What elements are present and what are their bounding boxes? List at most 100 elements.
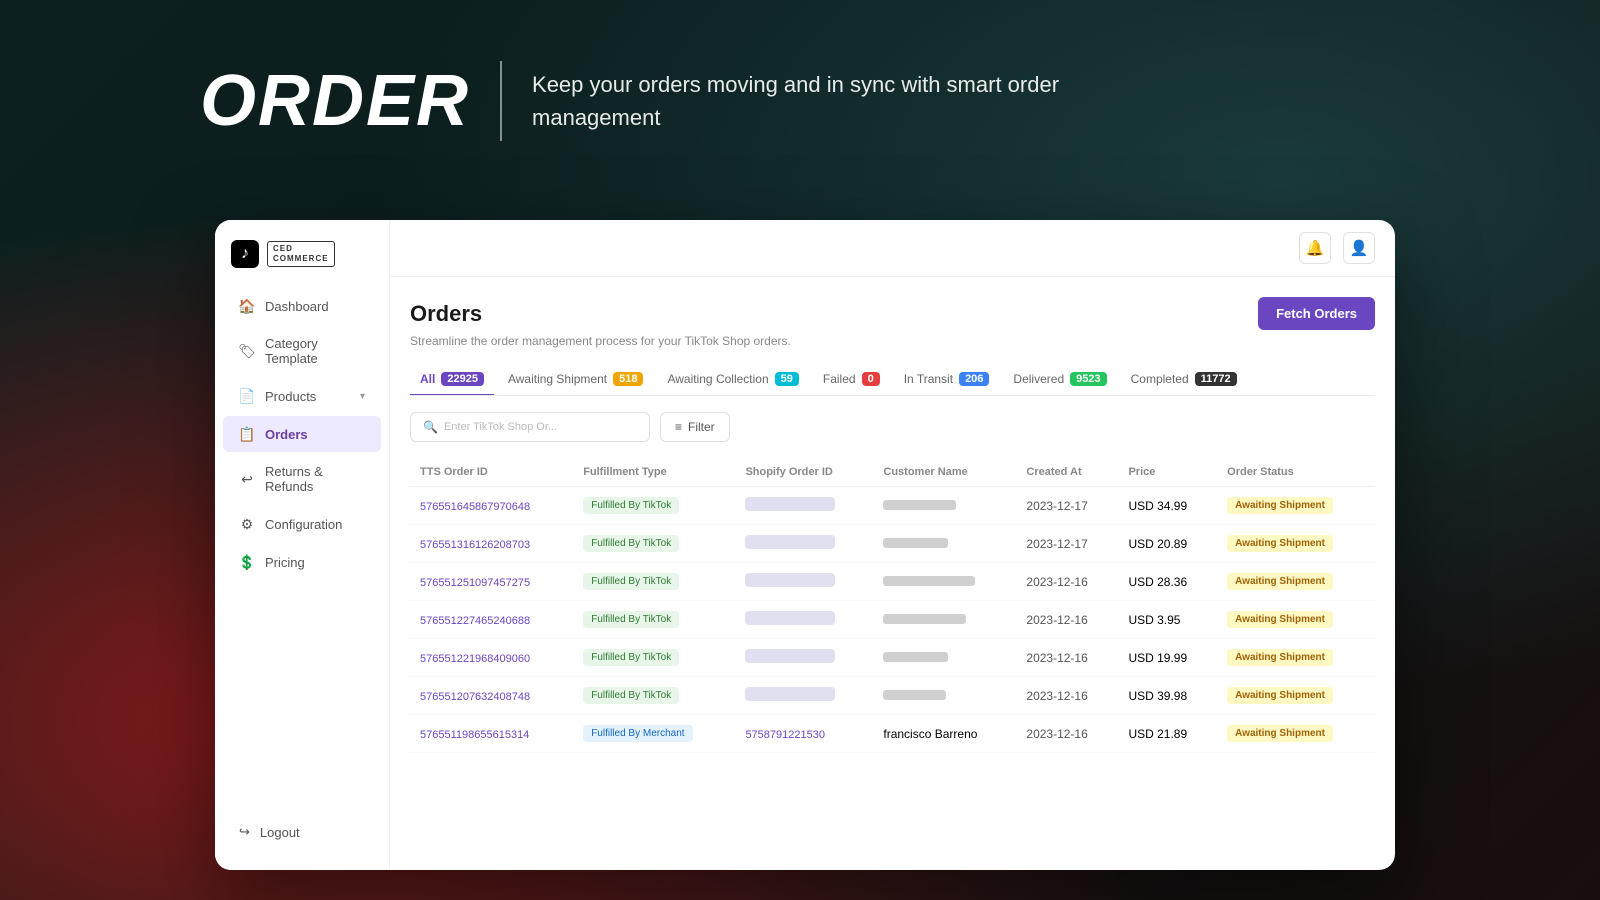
sidebar-item-dashboard[interactable]: 🏠 Dashboard bbox=[223, 288, 381, 324]
dashboard-icon: 🏠 bbox=[239, 298, 255, 314]
order-id-link[interactable]: 576551221968409060 bbox=[420, 653, 530, 665]
order-status-badge: Awaiting Shipment bbox=[1227, 611, 1333, 628]
order-id-link[interactable]: 576551645867970648 bbox=[420, 501, 530, 513]
order-id-link[interactable]: 576551227465240688 bbox=[420, 615, 530, 627]
search-placeholder: Enter TikTok Shop Or... bbox=[444, 421, 557, 433]
tab-all-badge: 22925 bbox=[441, 372, 484, 386]
table-row: 576551198655615314 Fulfilled By Merchant 5… bbox=[410, 715, 1375, 753]
tab-in-transit-badge: 206 bbox=[959, 372, 989, 386]
tab-in-transit-label: In Transit bbox=[904, 372, 953, 386]
order-status-badge: Awaiting Shipment bbox=[1227, 497, 1333, 514]
tab-completed-badge: 11772 bbox=[1195, 372, 1237, 386]
created-at: 2023-12-17 bbox=[1016, 487, 1118, 525]
customer-name-blurred bbox=[883, 500, 956, 510]
sidebar-item-configuration[interactable]: ⚙ Configuration bbox=[223, 506, 381, 542]
top-bar: 🔔 👤 bbox=[390, 220, 1395, 277]
orders-subtitle: Streamline the order management process … bbox=[410, 334, 1375, 348]
order-status-badge: Awaiting Shipment bbox=[1227, 535, 1333, 552]
orders-table: TTS Order ID Fulfillment Type Shopify Or… bbox=[410, 458, 1375, 753]
logout-button[interactable]: ↪ Logout bbox=[223, 814, 381, 850]
col-created-at: Created At bbox=[1016, 458, 1118, 487]
order-status-badge: Awaiting Shipment bbox=[1227, 687, 1333, 704]
customer-name-blurred bbox=[883, 614, 966, 624]
shopify-order-id[interactable]: 5758791221530 bbox=[745, 729, 825, 741]
sidebar-nav: 🏠 Dashboard 🏷 Category Template 📄 Produc… bbox=[215, 288, 389, 814]
created-at: 2023-12-16 bbox=[1016, 601, 1118, 639]
fulfillment-type-badge: Fulfilled By TikTok bbox=[583, 497, 679, 514]
fulfillment-type-badge: Fulfilled By TikTok bbox=[583, 535, 679, 552]
tab-all[interactable]: All 22925 bbox=[410, 364, 494, 396]
order-id-link[interactable]: 576551207632408748 bbox=[420, 691, 530, 703]
orders-tabs: All 22925 Awaiting Shipment 518 Awaiting… bbox=[410, 364, 1375, 396]
filter-icon: ≡ bbox=[675, 420, 682, 434]
table-header: TTS Order ID Fulfillment Type Shopify Or… bbox=[410, 458, 1375, 487]
order-price: USD 34.99 bbox=[1118, 487, 1217, 525]
hero-order-title: ORDER bbox=[200, 60, 470, 142]
table-row: 576551645867970648 Fulfilled By TikTok 202… bbox=[410, 487, 1375, 525]
shopify-id-blurred bbox=[745, 687, 835, 701]
tab-in-transit[interactable]: In Transit 206 bbox=[894, 364, 1000, 396]
orders-page-title: Orders bbox=[410, 301, 482, 327]
sidebar-logo: ♪ CEDCOMMERCE bbox=[215, 240, 389, 288]
sidebar-item-products[interactable]: 📄 Products ▾ bbox=[223, 378, 381, 414]
shopify-id-blurred bbox=[745, 611, 835, 625]
tab-awaiting-collection-label: Awaiting Collection bbox=[667, 372, 768, 386]
order-id-link[interactable]: 576551316126208703 bbox=[420, 539, 530, 551]
order-status-badge: Awaiting Shipment bbox=[1227, 649, 1333, 666]
logout-icon: ↪ bbox=[239, 824, 250, 840]
configuration-icon: ⚙ bbox=[239, 516, 255, 532]
sidebar-item-orders-label: Orders bbox=[265, 427, 365, 442]
search-icon: 🔍 bbox=[423, 420, 438, 434]
order-id-link[interactable]: 576551198655615314 bbox=[420, 729, 529, 741]
bell-icon: 🔔 bbox=[1306, 239, 1325, 257]
sidebar-item-dashboard-label: Dashboard bbox=[265, 299, 365, 314]
table-row: 576551251097457275Fulfilled By TikTok202… bbox=[410, 563, 1375, 601]
tab-awaiting-collection[interactable]: Awaiting Collection 59 bbox=[657, 364, 808, 396]
tab-all-label: All bbox=[420, 372, 435, 386]
notification-button[interactable]: 🔔 bbox=[1299, 232, 1331, 264]
col-order-status: Order Status bbox=[1217, 458, 1375, 487]
sidebar-item-returns-label: Returns & Refunds bbox=[265, 464, 365, 494]
tab-failed[interactable]: Failed 0 bbox=[813, 364, 890, 396]
customer-name: francisco Barreno bbox=[883, 727, 977, 741]
created-at: 2023-12-17 bbox=[1016, 525, 1118, 563]
order-price: USD 21.89 bbox=[1118, 715, 1217, 753]
tab-delivered[interactable]: Delivered 9523 bbox=[1003, 364, 1116, 396]
tab-delivered-label: Delivered bbox=[1013, 372, 1064, 386]
col-tts-order-id: TTS Order ID bbox=[410, 458, 573, 487]
search-input-container[interactable]: 🔍 Enter TikTok Shop Or... bbox=[410, 412, 650, 442]
tab-failed-label: Failed bbox=[823, 372, 856, 386]
filter-button[interactable]: ≡ Filter bbox=[660, 412, 730, 442]
chevron-down-icon: ▾ bbox=[360, 391, 365, 402]
sidebar-item-category-label: Category Template bbox=[265, 336, 365, 366]
returns-icon: ↩ bbox=[239, 471, 255, 487]
order-status-badge: Awaiting Shipment bbox=[1227, 573, 1333, 590]
shopify-id-blurred bbox=[745, 497, 835, 511]
sidebar-item-category-template[interactable]: 🏷 Category Template bbox=[223, 326, 381, 376]
table-row: 576551227465240688Fulfilled By TikTok202… bbox=[410, 601, 1375, 639]
tab-completed-label: Completed bbox=[1131, 372, 1189, 386]
tab-awaiting-shipment[interactable]: Awaiting Shipment 518 bbox=[498, 364, 654, 396]
fulfillment-type-badge: Fulfilled By TikTok bbox=[583, 573, 679, 590]
fetch-orders-button[interactable]: Fetch Orders bbox=[1258, 297, 1375, 330]
col-customer-name: Customer Name bbox=[873, 458, 1016, 487]
fulfillment-type-badge: Fulfilled By TikTok bbox=[583, 687, 679, 704]
tab-completed[interactable]: Completed 11772 bbox=[1121, 364, 1247, 396]
customer-name-blurred bbox=[883, 690, 946, 700]
shopify-id-blurred bbox=[745, 535, 835, 549]
ced-commerce-logo: CEDCOMMERCE bbox=[267, 241, 335, 268]
customer-name-blurred bbox=[883, 652, 948, 662]
customer-name-blurred bbox=[883, 576, 975, 586]
sidebar-item-returns-refunds[interactable]: ↩ Returns & Refunds bbox=[223, 454, 381, 504]
shopify-id-blurred bbox=[745, 649, 835, 663]
table-row: 576551207632408748Fulfilled By TikTok202… bbox=[410, 677, 1375, 715]
fulfillment-type-badge: Fulfilled By Merchant bbox=[583, 725, 692, 742]
orders-icon: 📋 bbox=[239, 426, 255, 442]
category-template-icon: 🏷 bbox=[239, 343, 255, 359]
sidebar-item-pricing[interactable]: 💲 Pricing bbox=[223, 544, 381, 580]
user-icon: 👤 bbox=[1350, 239, 1369, 257]
sidebar-item-orders[interactable]: 📋 Orders bbox=[223, 416, 381, 452]
order-id-link[interactable]: 576551251097457275 bbox=[420, 577, 530, 589]
hero-section: ORDER Keep your orders moving and in syn… bbox=[200, 60, 1082, 142]
user-profile-button[interactable]: 👤 bbox=[1343, 232, 1375, 264]
